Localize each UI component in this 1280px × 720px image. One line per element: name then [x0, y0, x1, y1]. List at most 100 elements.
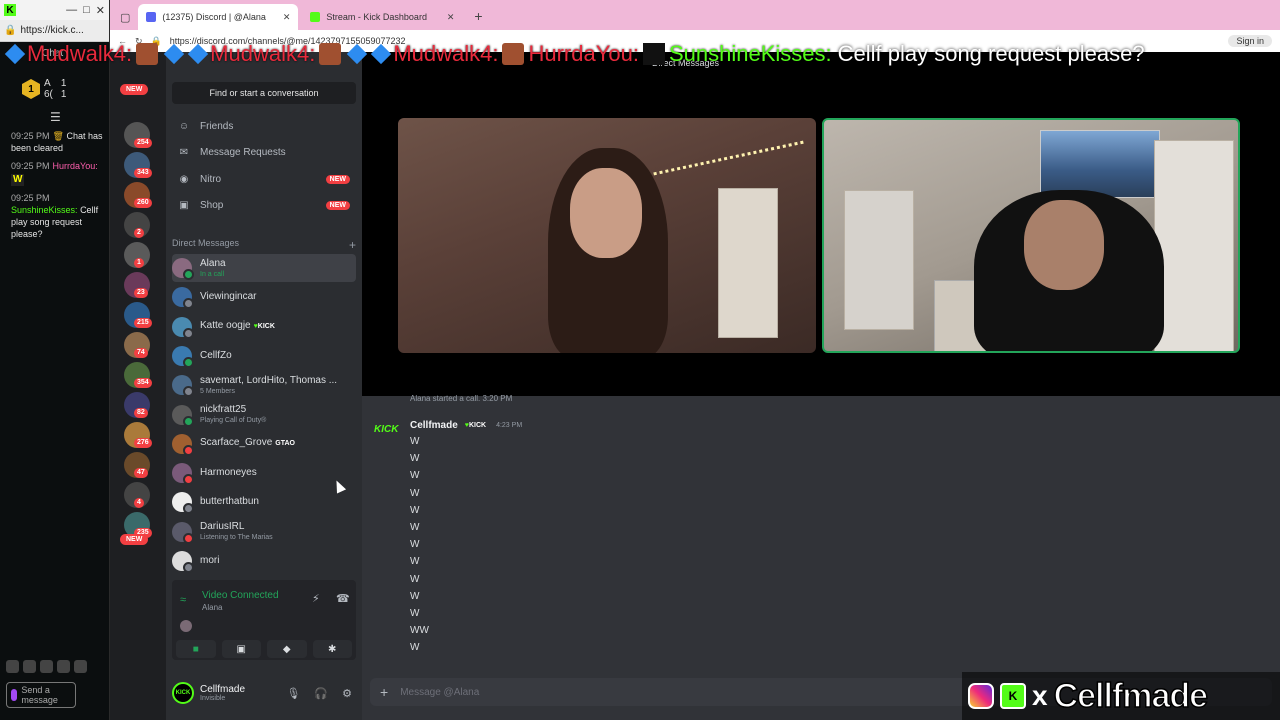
voice-panel: ≈ Video Connected Alana ⚡ ☎ ■ ▣ ◆ ✱	[172, 580, 356, 660]
dm-item[interactable]: Harmoneyes	[172, 459, 356, 487]
dm-item[interactable]: butterthatbun	[172, 488, 356, 516]
unread-badge: 260	[134, 198, 152, 208]
dm-item[interactable]: nickfratt25 Playing Call of Duty®	[172, 401, 356, 429]
message-line: W	[410, 590, 420, 602]
tab-close-icon[interactable]: ✕	[283, 12, 291, 23]
emote-icon[interactable]	[40, 660, 53, 673]
streamer-watermark: K x Cellfmade	[962, 672, 1280, 720]
message-timestamp: 4:23 PM	[496, 422, 523, 429]
browser-window: ▢ (12375) Discord | @Alana ✕ Stream - Ki…	[110, 0, 1280, 720]
chat-message: 09:25 PM 🗑 Chat has been cleared	[11, 131, 103, 153]
unread-badge: 47	[134, 468, 148, 478]
dm-name: Alana	[200, 257, 226, 269]
voice-status: Video Connected	[202, 590, 279, 601]
new-tab-button[interactable]: +	[466, 8, 490, 30]
chat-message: 09:25 PM HurrdaYou: W	[11, 161, 98, 186]
message-line: W	[410, 487, 420, 499]
avatar	[172, 258, 194, 280]
emote-bar[interactable]	[6, 660, 87, 673]
voice-channel[interactable]: Alana	[202, 603, 222, 612]
noise-suppression-icon[interactable]: ⚡	[312, 592, 320, 605]
user-avatar[interactable]: KICK	[172, 682, 194, 704]
unread-badge: 254	[134, 138, 152, 148]
activity-button[interactable]: ◆	[267, 640, 307, 658]
user-status: Invisible	[200, 695, 226, 702]
dm-item[interactable]: mori	[172, 547, 356, 575]
hex-badge-icon: 1	[22, 79, 40, 99]
find-conversation-button[interactable]: Find or start a conversation	[172, 82, 356, 104]
avatar	[172, 375, 194, 398]
dm-item[interactable]: DariusIRL Listening to The Marias	[172, 518, 356, 546]
dm-item[interactable]: savemart, LordHito, Thomas ... 5 Members	[172, 371, 356, 399]
call-title: Direct Messages	[652, 58, 720, 68]
nav-item-label: Friends	[200, 120, 234, 132]
headphones-icon[interactable]: 🎧	[314, 687, 328, 700]
browser-tab-strip: ▢ (12375) Discord | @Alana ✕ Stream - Ki…	[110, 0, 1280, 30]
camera-button[interactable]: ■	[176, 640, 216, 658]
unread-badge: 74	[134, 348, 148, 358]
tab-discord[interactable]: (12375) Discord | @Alana ✕	[138, 4, 299, 30]
nav-item-nitro[interactable]: ◉ Nitro NEW	[172, 167, 356, 191]
kick-avatar-icon[interactable]: KICK	[374, 424, 400, 444]
refresh-icon[interactable]: ↻	[135, 36, 143, 47]
avatar	[172, 287, 194, 310]
user-panel: KICK Cellfmade Invisible 🎙 🎧 ⚙	[172, 676, 356, 710]
tab-kick-dashboard[interactable]: Stream - Kick Dashboard ✕	[302, 4, 462, 30]
video-tile-alana[interactable]	[398, 118, 816, 353]
emote-w-icon: W	[11, 174, 25, 186]
message-line: W	[410, 504, 420, 516]
dm-item[interactable]: Scarface_Grove GTAO	[172, 430, 356, 458]
soundboard-button[interactable]: ✱	[312, 640, 352, 658]
mic-icon[interactable]	[11, 689, 18, 701]
screen-share-button[interactable]: ▣	[221, 640, 261, 658]
message-line: W	[410, 453, 420, 465]
signin-button[interactable]: Sign in	[1228, 35, 1272, 47]
add-dm-icon[interactable]: +	[349, 238, 356, 252]
kick-chat-window: K — □ ✕ 🔒 https://kick.c... Chat 1 A 6( …	[0, 0, 110, 720]
attach-plus-icon[interactable]: +	[380, 684, 388, 700]
kick-window-titlebar: K — □ ✕	[0, 0, 109, 20]
dm-item[interactable]: Katte oogjeKICK	[172, 313, 356, 341]
dm-subtext: In a call	[200, 270, 225, 278]
unread-badge: 354	[134, 378, 152, 388]
minimize-icon[interactable]: —	[66, 4, 77, 16]
emote-icon[interactable]	[23, 660, 36, 673]
message-line: W	[410, 642, 420, 654]
microphone-icon[interactable]: 🎙	[286, 687, 300, 700]
maximize-icon[interactable]: □	[83, 4, 90, 16]
dm-item[interactable]: Alana In a call	[172, 254, 356, 282]
message-author[interactable]: Cellfmade	[410, 420, 458, 431]
kick-url-bar[interactable]: 🔒 https://kick.c...	[0, 20, 109, 42]
collapse-icon[interactable]: ☰	[50, 110, 61, 124]
nav-item-shop[interactable]: ▣ Shop NEW	[172, 194, 356, 218]
emote-icon[interactable]	[74, 660, 87, 673]
avatar	[172, 521, 194, 544]
mail-icon: ✉	[179, 147, 189, 158]
emote-icon[interactable]	[57, 660, 70, 673]
close-icon[interactable]: ✕	[96, 4, 105, 17]
message-line: W	[410, 556, 420, 568]
message-line: W	[410, 539, 420, 551]
settings-gear-icon[interactable]: ⚙	[342, 687, 352, 700]
system-message: Alana started a call. 3:20 PM	[410, 394, 513, 403]
nav-item-friends[interactable]: ☺ Friends	[172, 114, 356, 138]
nav-item-message-requests[interactable]: ✉ Message Requests	[172, 141, 356, 165]
dm-item[interactable]: CellfZo	[172, 342, 356, 370]
dm-subtext: Playing Call of Duty®	[200, 417, 267, 424]
tab-actions-icon[interactable]: ▢	[116, 11, 134, 30]
emote-icon[interactable]	[6, 660, 19, 673]
disconnect-icon[interactable]: ☎	[336, 592, 350, 605]
unread-badge: 2	[134, 228, 144, 238]
kick-favicon-icon	[310, 12, 321, 22]
address-bar[interactable]: ← ↻ 🔒 https://discord.com/channels/@me/1…	[110, 30, 1280, 52]
dm-item[interactable]: Viewingincar	[172, 283, 356, 311]
unread-badge: 215	[134, 318, 152, 328]
back-icon[interactable]: ←	[118, 36, 127, 46]
trash-icon: 🗑	[52, 131, 64, 141]
dm-name: Katte oogjeKICK	[200, 320, 275, 333]
dm-name: butterthatbun	[200, 496, 259, 508]
video-tile-cellfmade[interactable]	[822, 118, 1240, 353]
stats-row: 1 A 6( 1 1	[22, 78, 66, 100]
tab-close-icon[interactable]: ✕	[447, 12, 455, 23]
kick-send-input[interactable]: Send a message	[6, 682, 76, 708]
